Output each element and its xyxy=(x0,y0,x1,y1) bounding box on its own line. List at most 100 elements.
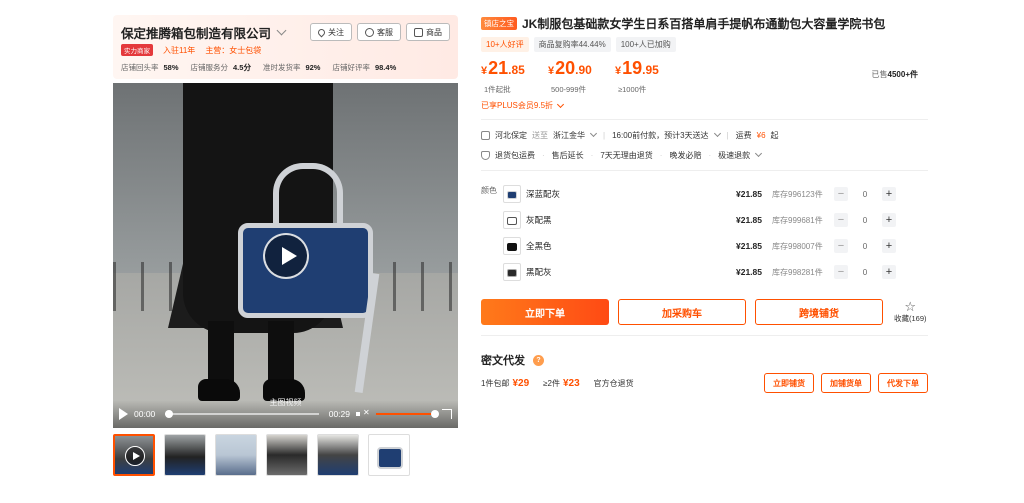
hot-badge: 镇店之宝 xyxy=(481,16,517,30)
add-list-button[interactable]: 加铺货单 xyxy=(821,373,871,393)
sku-name: 全黑色 xyxy=(526,241,552,251)
increment-button[interactable]: + xyxy=(882,187,896,201)
quantity-input[interactable]: 0 xyxy=(848,190,882,199)
customer-service-button[interactable]: 客服 xyxy=(357,23,401,41)
truck-icon xyxy=(481,130,490,140)
thumbnail-image[interactable] xyxy=(317,434,359,476)
play-icon[interactable] xyxy=(119,408,128,420)
decrement-button[interactable]: − xyxy=(834,239,848,253)
shield-icon xyxy=(481,150,490,160)
thumbnail-image[interactable] xyxy=(215,434,257,476)
ship-to-select[interactable]: 浙江金华 xyxy=(553,130,585,141)
decrement-button[interactable]: − xyxy=(834,265,848,279)
sku-row: 深蓝配灰 ¥21.85 库存996123件 − 0 + xyxy=(503,181,928,207)
stat-positive-rate: 店铺好评率 98.4% xyxy=(332,63,397,72)
main-business: 主营：女士包袋 xyxy=(205,45,262,55)
chevron-down-icon xyxy=(556,100,565,108)
main-video[interactable]: 主图视频 00:00 00:29 xyxy=(113,83,458,428)
increment-button[interactable]: + xyxy=(882,265,896,279)
increment-button[interactable]: + xyxy=(882,239,896,253)
price-tier-range: 500-999件 xyxy=(551,85,587,94)
decrement-button[interactable]: − xyxy=(834,187,848,201)
product-title: JK制服包基础款女学生日系百搭单肩手提帆布通勤包大容量学院书包 xyxy=(522,16,886,31)
thumbnail-image[interactable] xyxy=(266,434,308,476)
quantity-input[interactable]: 0 xyxy=(848,242,882,251)
follow-button[interactable]: 关注 xyxy=(310,23,352,41)
service-label: 客服 xyxy=(377,27,393,37)
sku-price: ¥21.85 xyxy=(736,267,762,277)
fullscreen-icon[interactable] xyxy=(442,409,452,419)
info-icon[interactable]: ? xyxy=(533,354,544,366)
sku-stock: 库存996123件 xyxy=(772,189,823,199)
stat-repurchase: 店铺回头率 58% xyxy=(121,63,179,72)
star-icon: ☆ xyxy=(904,299,917,314)
chevron-down-icon xyxy=(755,149,763,158)
chat-icon xyxy=(365,27,374,37)
mute-icon[interactable] xyxy=(356,408,370,419)
joined-years: 入驻11年 xyxy=(163,45,196,55)
quantity-stepper: − 0 + xyxy=(834,265,896,279)
increment-button[interactable]: + xyxy=(882,213,896,227)
progress-bar[interactable] xyxy=(165,410,319,418)
play-icon[interactable] xyxy=(263,233,309,279)
video-controls: 00:00 00:29 xyxy=(113,400,458,428)
decrement-button[interactable]: − xyxy=(834,213,848,227)
quantity-input[interactable]: 0 xyxy=(848,216,882,225)
divider xyxy=(481,335,928,336)
favorite-button[interactable]: ☆ 收藏(169) xyxy=(894,300,927,324)
current-time: 00:00 xyxy=(134,409,156,419)
repurchase-pill: 商品复购率44.44% xyxy=(533,37,611,52)
sku-image[interactable] xyxy=(503,185,521,203)
guarantee-row[interactable]: 退货包运费 · 售后延长 · 7天无理由退货 · 晚发必赔 · 极速退款 xyxy=(481,148,928,162)
sku-stock: 库存999681件 xyxy=(772,215,823,225)
products-label: 商品 xyxy=(426,27,442,37)
volume-slider[interactable] xyxy=(376,410,439,418)
sold-count: 已售4500+件 xyxy=(871,70,918,79)
chevron-down-icon[interactable] xyxy=(713,129,721,138)
sku-stock: 库存998007件 xyxy=(772,241,823,251)
heart-icon xyxy=(316,27,327,37)
progress-knob[interactable] xyxy=(165,410,174,418)
quantity-stepper: − 0 + xyxy=(834,239,896,253)
sku-image[interactable] xyxy=(503,237,521,255)
price-tier-range: 1件起批 xyxy=(484,85,511,94)
products-button[interactable]: 商品 xyxy=(406,23,450,41)
buy-now-button[interactable]: 立即下单 xyxy=(481,299,609,325)
shop-card: 保定推腾箱包制造有限公司 关注 客服 商品 实力商家 入驻11年 主营：女士包袋… xyxy=(113,15,458,79)
shop-name[interactable]: 保定推腾箱包制造有限公司 xyxy=(121,23,271,42)
divider xyxy=(481,119,928,120)
sku-row: 全黑色 ¥21.85 库存998007件 − 0 + xyxy=(503,233,928,259)
divider xyxy=(481,170,928,171)
cross-border-button[interactable]: 跨境铺货 xyxy=(755,299,883,325)
sku-name: 深蓝配灰 xyxy=(526,189,561,199)
dropship-order-button[interactable]: 代发下单 xyxy=(878,373,928,393)
quantity-input[interactable]: 0 xyxy=(848,268,882,277)
thumbnail-video[interactable] xyxy=(113,434,155,476)
cart-count-pill: 100+人已加购 xyxy=(615,37,676,52)
quantity-stepper: − 0 + xyxy=(834,213,896,227)
product-panel: 镇店之宝 JK制服包基础款女学生日系百搭单肩手提帆布通勤包大容量学院书包 10+… xyxy=(481,15,928,393)
list-now-button[interactable]: 立即铺货 xyxy=(764,373,814,393)
shop-icon xyxy=(414,27,423,37)
sku-price: ¥21.85 xyxy=(736,215,762,225)
sku-price: ¥21.85 xyxy=(736,189,762,199)
action-row: 立即下单 加采购车 跨境铺货 ☆ 收藏(169) xyxy=(481,299,928,325)
price-tier: ¥21.85 1件起批 xyxy=(481,59,548,95)
sku-name: 灰配黑 xyxy=(526,215,552,225)
duration: 00:29 xyxy=(328,409,350,419)
shipping-row: 河北保定 送至 浙江金华 | 16:00前付款，预计3天送达 | 运费 ¥6 起 xyxy=(481,128,928,142)
add-to-cart-button[interactable]: 加采购车 xyxy=(618,299,746,325)
sku-row: 灰配黑 ¥21.85 库存999681件 − 0 + xyxy=(503,207,928,233)
chevron-down-icon[interactable] xyxy=(276,25,287,35)
thumbnail-image[interactable] xyxy=(164,434,206,476)
price-tier: ¥20.90 500-999件 xyxy=(548,59,615,95)
miwen-title: 密文代发 xyxy=(481,355,525,367)
follow-label: 关注 xyxy=(328,27,344,37)
review-pill: 10+人好评 xyxy=(481,37,529,52)
miwen-section: 密文代发 ? 1件包邮 ¥29 ≥2件 ¥23 官方仓退货 立即铺货 加铺货单 … xyxy=(481,352,928,393)
thumbnail-image[interactable] xyxy=(368,434,410,476)
plus-member-discount[interactable]: 已享PLUS会员9.5折 xyxy=(481,100,928,111)
chevron-down-icon[interactable] xyxy=(589,129,598,138)
sku-image[interactable] xyxy=(503,211,521,229)
sku-image[interactable] xyxy=(503,263,521,281)
